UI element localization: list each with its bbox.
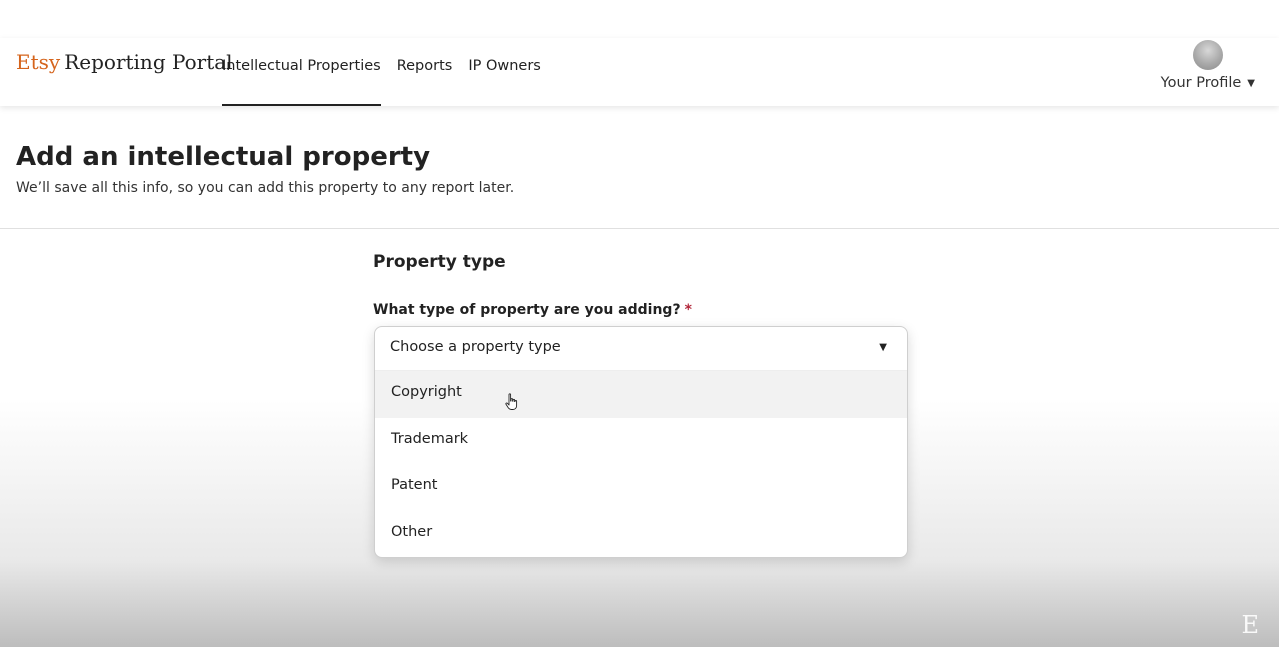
main-nav: Intellectual Properties Reports IP Owner… xyxy=(222,38,557,106)
brand-etsy: Etsy xyxy=(16,50,61,74)
property-type-label: What type of property are you adding? * xyxy=(373,302,692,318)
section-title: Property type xyxy=(373,252,506,272)
chevron-down-icon: ▼ xyxy=(1247,78,1255,89)
option-patent[interactable]: Patent xyxy=(375,464,907,511)
option-copyright[interactable]: Copyright xyxy=(375,371,907,418)
nav-ip-owners[interactable]: IP Owners xyxy=(468,38,541,106)
nav-intellectual-properties[interactable]: Intellectual Properties xyxy=(222,38,381,106)
option-other[interactable]: Other xyxy=(375,511,907,558)
property-type-dropdown[interactable]: Choose a property type ▼ Copyright Trade… xyxy=(374,326,908,558)
option-trademark[interactable]: Trademark xyxy=(375,418,907,465)
required-marker: * xyxy=(684,302,692,318)
page-title: Add an intellectual property xyxy=(16,142,431,172)
profile-label-row[interactable]: Your Profile ▼ xyxy=(1161,75,1255,91)
select-placeholder: Choose a property type xyxy=(390,339,561,355)
chevron-down-icon: ▼ xyxy=(879,342,887,353)
profile-menu[interactable]: Your Profile ▼ xyxy=(1161,40,1255,91)
property-type-select[interactable]: Choose a property type ▼ xyxy=(375,327,907,371)
hand-pointer-icon xyxy=(505,393,518,410)
profile-label: Your Profile xyxy=(1160,75,1242,91)
top-strip xyxy=(0,0,1279,38)
field-label-text: What type of property are you adding? xyxy=(373,302,681,318)
section-divider xyxy=(0,228,1279,229)
nav-reports[interactable]: Reports xyxy=(397,38,453,106)
top-navigation-bar: Etsy Reporting Portal Intellectual Proper… xyxy=(0,38,1279,106)
brand-portal-name: Reporting Portal xyxy=(64,50,233,74)
brand-logo[interactable]: Etsy Reporting Portal xyxy=(16,50,233,74)
page-subtitle: We’ll save all this info, so you can add… xyxy=(16,180,515,196)
etsy-watermark-logo: E xyxy=(1241,611,1259,639)
avatar[interactable] xyxy=(1192,40,1223,70)
